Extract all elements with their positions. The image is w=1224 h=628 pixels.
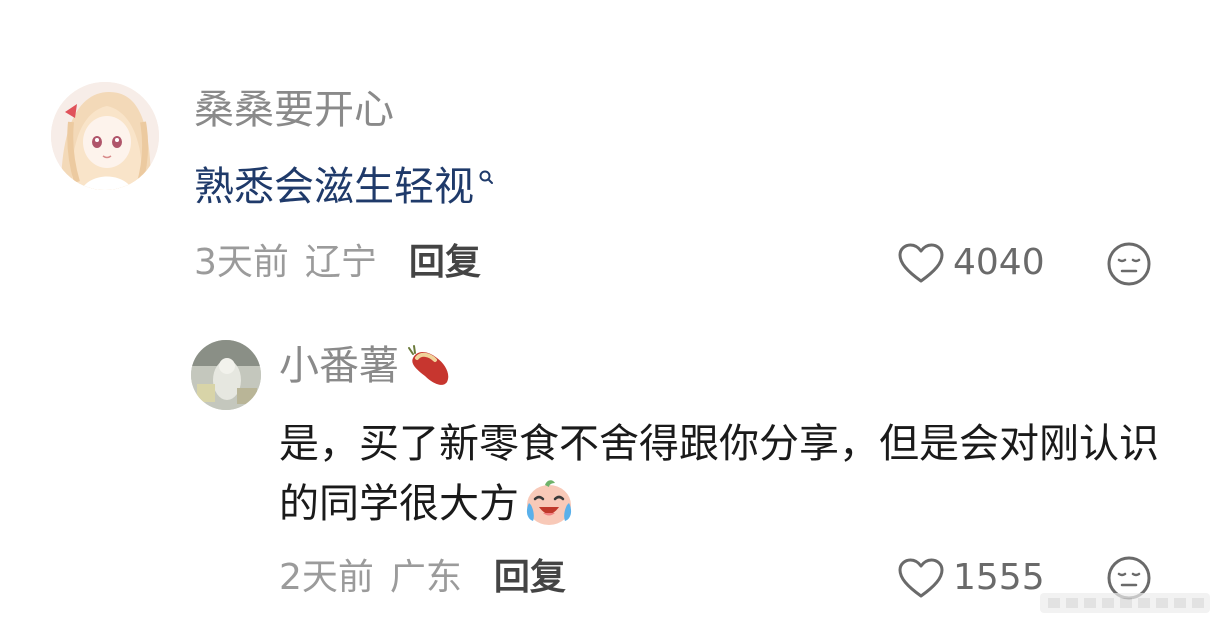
comment-meta: 3天前 辽宁 回复 (194, 240, 481, 286)
timestamp: 2天前 (279, 557, 374, 598)
laugh-cry-emoji (526, 480, 572, 525)
watermark (1040, 590, 1210, 616)
heart-icon (898, 243, 944, 283)
like-count: 1555 (953, 557, 1045, 598)
timestamp: 3天前 (194, 242, 289, 283)
username-row: 小番薯 (279, 342, 453, 390)
sweet-potato-icon (408, 345, 449, 385)
search-icon[interactable] (478, 169, 496, 187)
heart-icon (898, 558, 944, 598)
reply-button[interactable]: 回复 (494, 557, 566, 598)
comment-content[interactable]: 是，买了新零食不舍得跟你分享，但是会对刚认识的同学很大方 (279, 421, 1159, 527)
comment-text: 熟悉会滋生轻视 (194, 163, 496, 211)
avatar[interactable] (191, 340, 261, 410)
anime-girl-avatar-icon (51, 82, 159, 190)
location: 广东 (389, 557, 462, 598)
reaction-button[interactable] (1106, 241, 1152, 287)
location: 辽宁 (304, 242, 377, 283)
username[interactable]: 小番薯 (279, 343, 399, 389)
like-button[interactable]: 1555 (897, 555, 1045, 601)
neutral-face-icon (1107, 242, 1151, 286)
avatar[interactable] (51, 82, 159, 190)
like-count: 4040 (953, 242, 1045, 283)
username[interactable]: 桑桑要开心 (194, 86, 394, 134)
watermark-icon (1040, 593, 1210, 613)
comment-meta: 2天前 广东 回复 (279, 555, 566, 601)
comment-text: 是，买了新零食不舍得跟你分享，但是会对刚认识的同学很大方 (279, 414, 1189, 534)
photo-avatar-icon (191, 340, 261, 410)
reply-button[interactable]: 回复 (409, 242, 481, 283)
like-button[interactable]: 4040 (897, 240, 1045, 286)
comment-content[interactable]: 熟悉会滋生轻视 (194, 164, 474, 210)
